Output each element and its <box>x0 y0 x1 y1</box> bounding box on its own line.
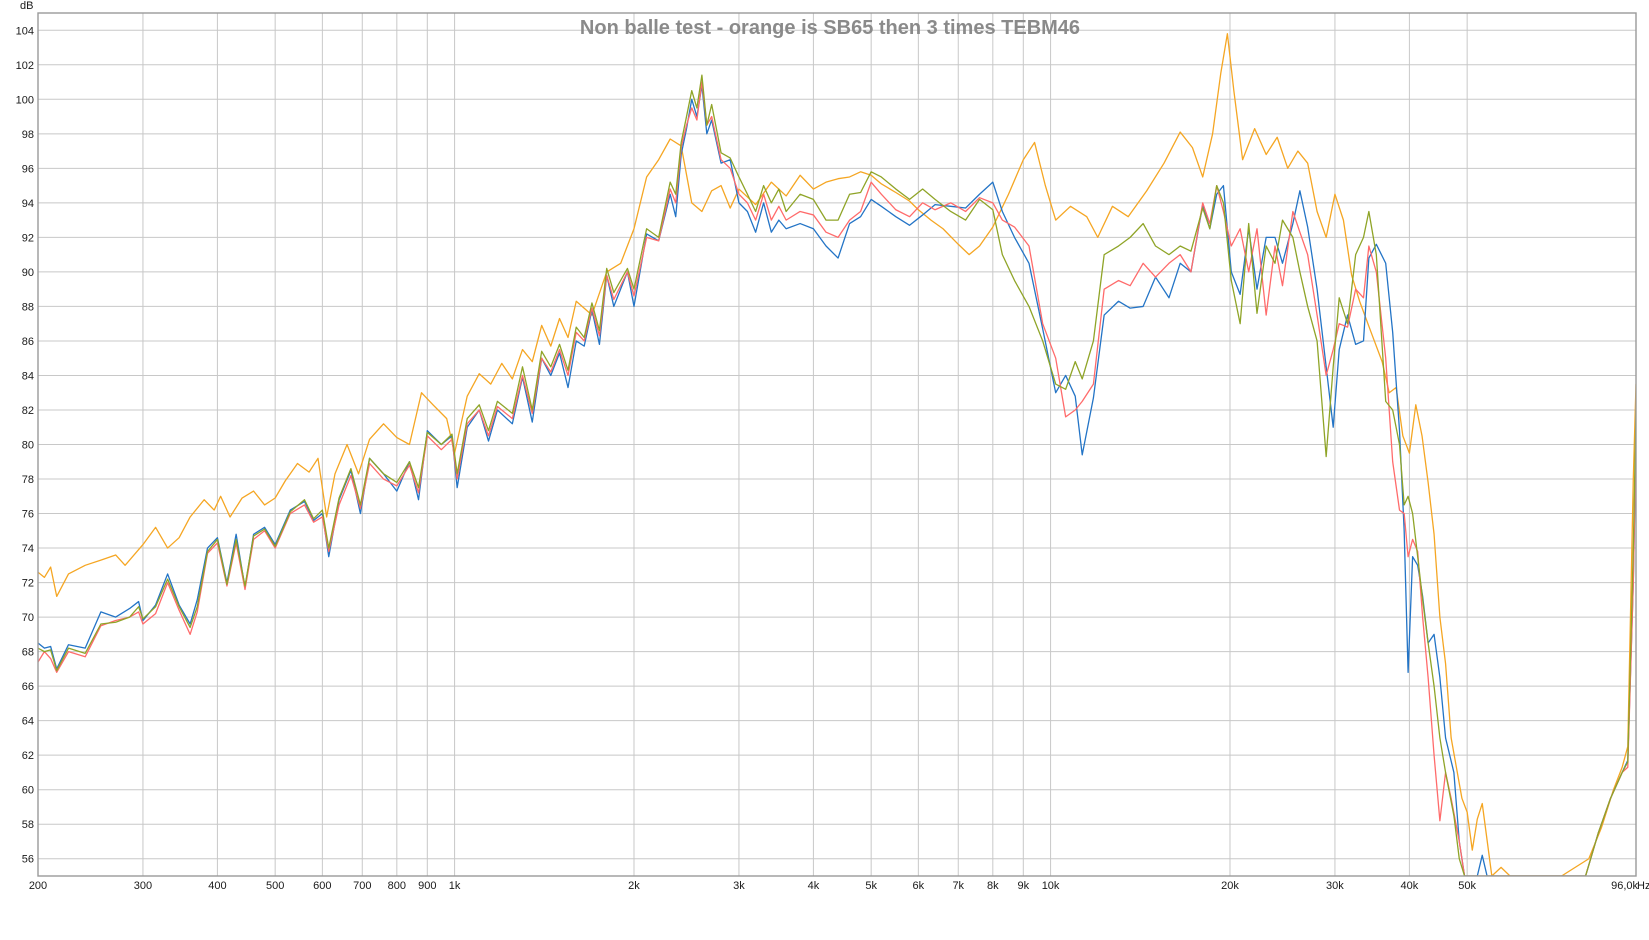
y-tick-label: 74 <box>22 543 34 555</box>
x-tick-label: 6k <box>913 880 925 892</box>
x-tick-label: 1k <box>449 880 461 892</box>
y-tick-label: 94 <box>22 198 34 210</box>
y-tick-label: 56 <box>22 854 34 866</box>
y-tick-label: 100 <box>16 94 34 106</box>
y-tick-label: 84 <box>22 370 34 382</box>
y-tick-label: 96 <box>22 163 34 175</box>
x-tick-label: 20k <box>1221 880 1239 892</box>
x-tick-label: 50k <box>1458 880 1476 892</box>
x-tick-label: 4k <box>808 880 820 892</box>
y-tick-label: 60 <box>22 785 34 797</box>
y-tick-label: 104 <box>16 25 34 37</box>
y-tick-label: 58 <box>22 819 34 831</box>
y-tick-label: 68 <box>22 647 34 659</box>
x-tick-label: 500 <box>266 880 284 892</box>
x-tick-label: 40k <box>1401 880 1419 892</box>
y-tick-label: 98 <box>22 129 34 141</box>
x-tick-label: 600 <box>313 880 331 892</box>
y-tick-label: 78 <box>22 474 34 486</box>
y-tick-label: 72 <box>22 578 34 590</box>
y-tick-label: 88 <box>22 301 34 313</box>
y-tick-label: 70 <box>22 612 34 624</box>
chart-title: Non balle test - orange is SB65 then 3 t… <box>580 17 1080 39</box>
x-axis-unit-label: Hz <box>1637 880 1649 892</box>
x-tick-label: 700 <box>353 880 371 892</box>
x-tick-label: 2k <box>628 880 640 892</box>
y-tick-label: 92 <box>22 232 34 244</box>
x-tick-label: 3k <box>733 880 745 892</box>
x-tick-label: 800 <box>388 880 406 892</box>
x-tick-label: 200 <box>29 880 47 892</box>
y-tick-label: 82 <box>22 405 34 417</box>
y-tick-label: 62 <box>22 750 34 762</box>
y-tick-label: 90 <box>22 267 34 279</box>
x-tick-label: 8k <box>987 880 999 892</box>
y-axis-unit-label: dB <box>20 0 33 12</box>
x-tick-label: 400 <box>208 880 226 892</box>
x-tick-label: 7k <box>952 880 964 892</box>
x-tick-label: 10k <box>1042 880 1060 892</box>
x-tick-label: 9k <box>1017 880 1029 892</box>
x-tick-label: 900 <box>418 880 436 892</box>
y-tick-label: 64 <box>22 716 34 728</box>
x-tick-label: 300 <box>134 880 152 892</box>
y-tick-label: 86 <box>22 336 34 348</box>
y-tick-label: 80 <box>22 440 34 452</box>
y-tick-label: 76 <box>22 509 34 521</box>
y-tick-label: 66 <box>22 681 34 693</box>
y-tick-label: 102 <box>16 60 34 72</box>
frequency-response-chart: 56 58 60 62 64 66 68 70 72 74 76 78 80 82 84 86 88 90 92 94… <box>0 0 1649 940</box>
x-tick-label: 96,0k <box>1611 880 1638 892</box>
x-tick-label: 5k <box>865 880 877 892</box>
x-tick-label: 30k <box>1326 880 1344 892</box>
